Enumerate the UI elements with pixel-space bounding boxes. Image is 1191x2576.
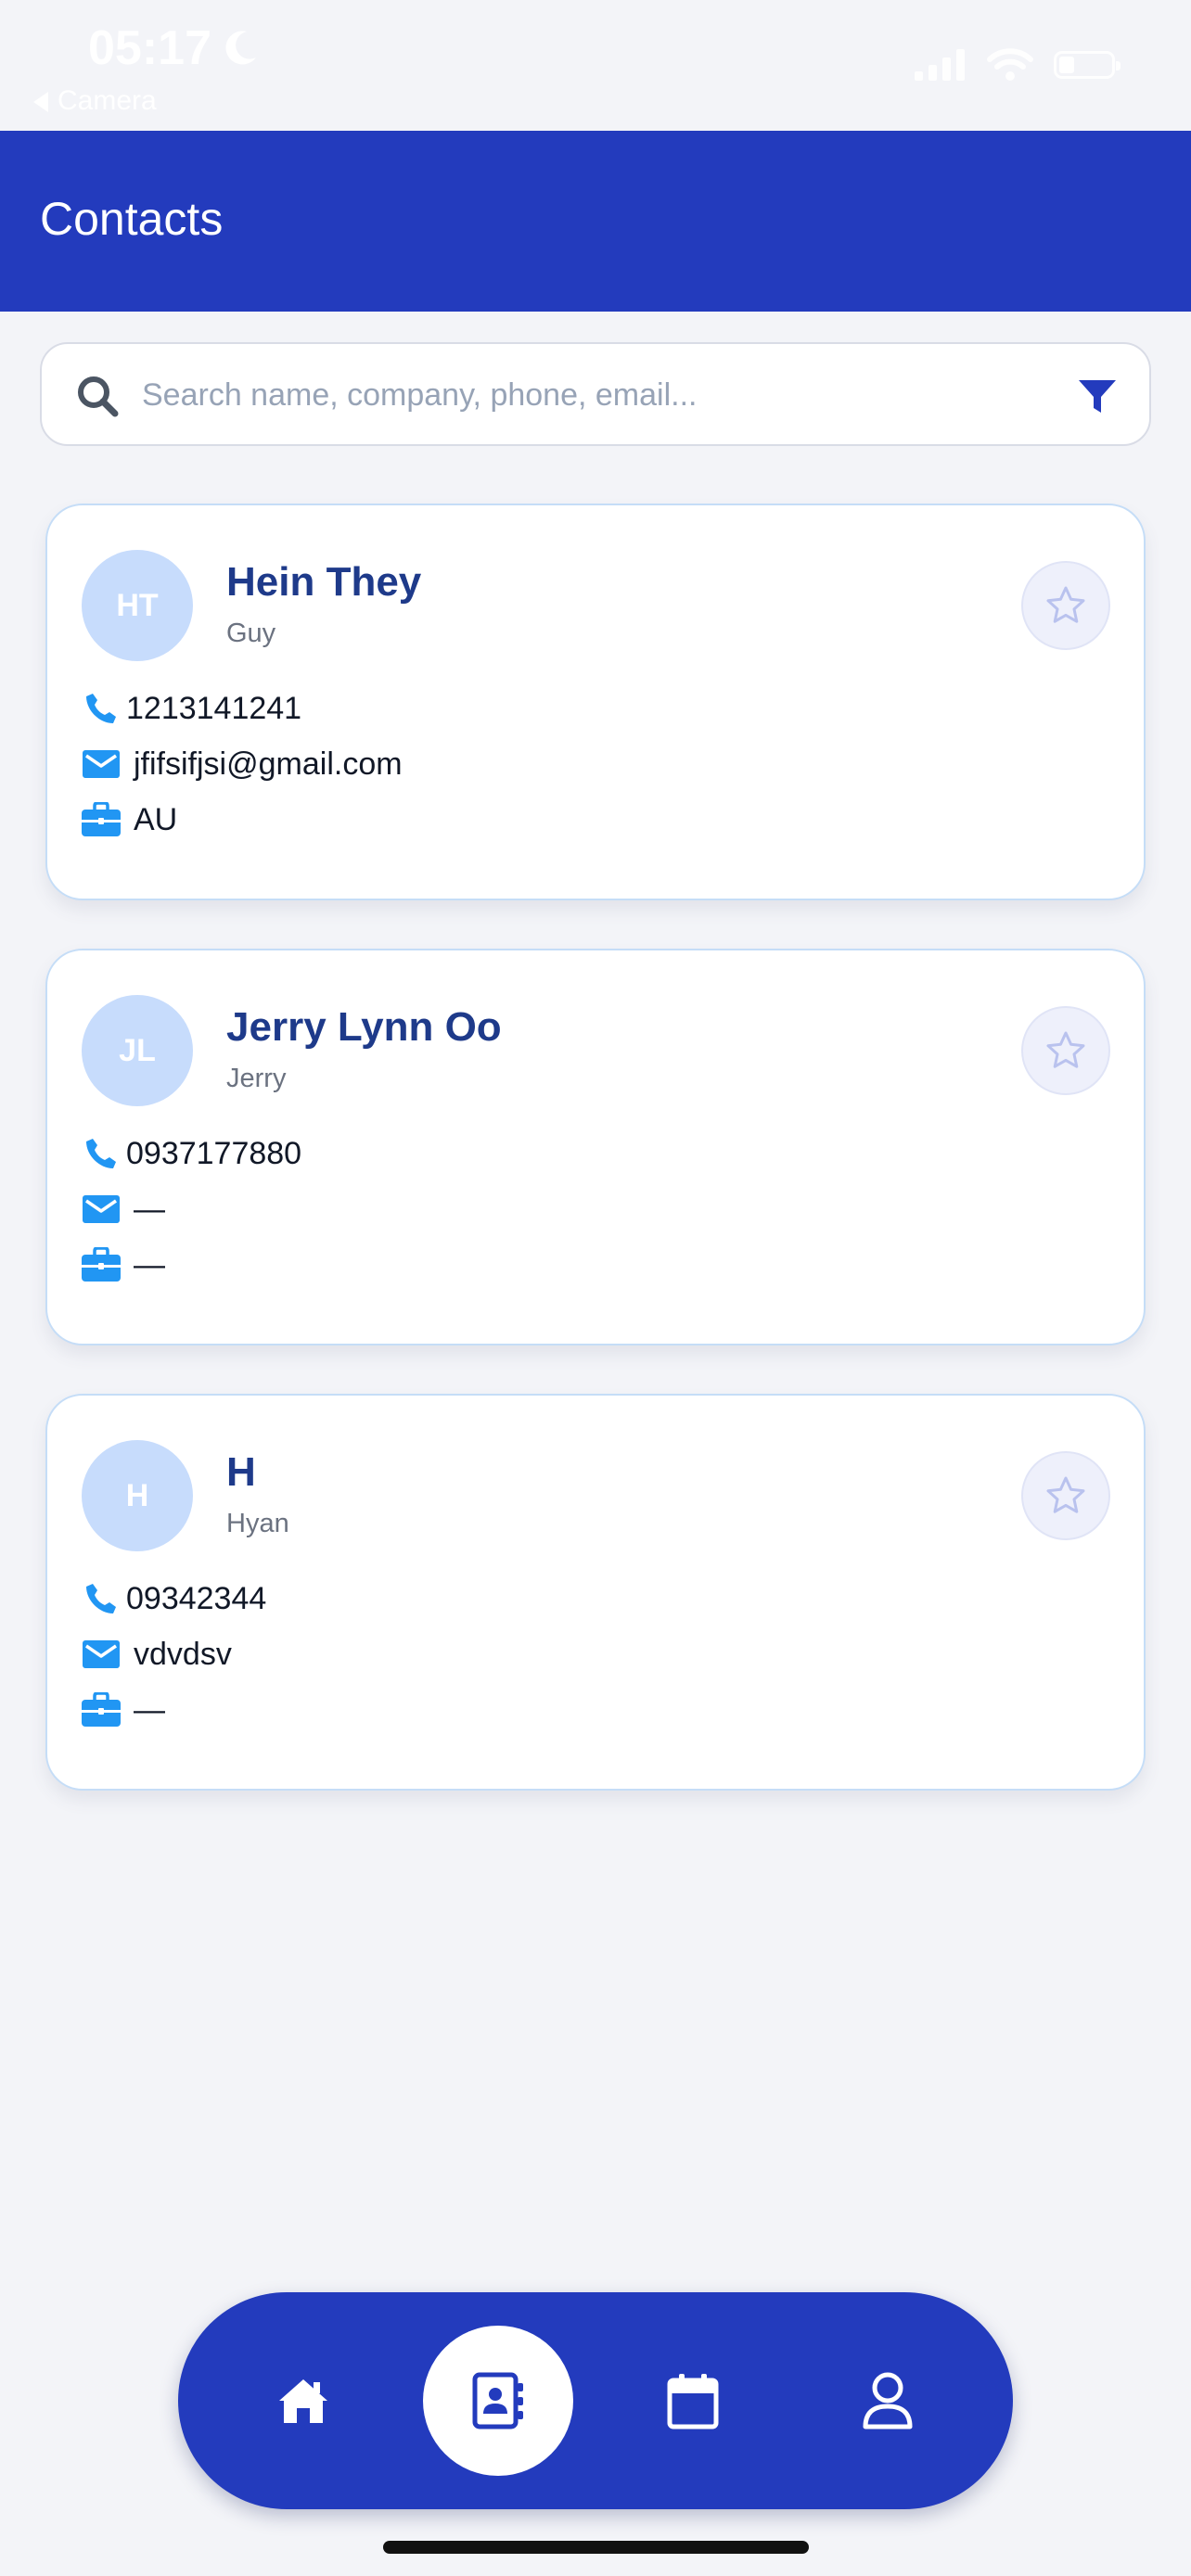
status-bar: 05:17 Camera bbox=[0, 0, 1191, 131]
bottom-nav bbox=[178, 2292, 1013, 2509]
signal-icon bbox=[915, 49, 965, 81]
user-icon bbox=[863, 2372, 913, 2429]
email-row[interactable]: vdvdsv bbox=[80, 1631, 232, 1677]
phone-number: 0937177880 bbox=[126, 1135, 302, 1171]
mail-icon bbox=[83, 750, 120, 778]
email-address: — bbox=[134, 1191, 165, 1227]
contact-subtitle: Jerry bbox=[226, 1064, 287, 1093]
phone-icon bbox=[86, 1139, 116, 1168]
email-address: jfifsifjsi@gmail.com bbox=[134, 746, 403, 782]
back-to-app-link[interactable]: Camera bbox=[33, 85, 157, 117]
company-row: AU bbox=[80, 797, 177, 843]
company-name: AU bbox=[134, 801, 178, 837]
star-icon bbox=[1046, 586, 1085, 623]
contact-book-icon bbox=[472, 2372, 523, 2429]
contact-subtitle: Hyan bbox=[226, 1509, 289, 1538]
email-row[interactable]: jfifsifjsi@gmail.com bbox=[80, 741, 403, 787]
mail-icon bbox=[83, 1195, 120, 1223]
company-row: — bbox=[80, 1687, 165, 1733]
email-address: vdvdsv bbox=[134, 1636, 232, 1672]
nav-profile[interactable] bbox=[813, 2292, 962, 2509]
filter-icon[interactable] bbox=[1077, 377, 1118, 416]
email-row[interactable]: — bbox=[80, 1186, 165, 1232]
avatar: JL bbox=[82, 995, 193, 1106]
back-app-label: Camera bbox=[58, 85, 157, 116]
phone-number: 09342344 bbox=[126, 1580, 267, 1616]
home-indicator bbox=[383, 2541, 809, 2554]
phone-icon bbox=[86, 1584, 116, 1613]
nav-calendar[interactable] bbox=[619, 2292, 767, 2509]
star-icon bbox=[1046, 1476, 1085, 1513]
phone-number: 1213141241 bbox=[126, 690, 302, 726]
avatar: HT bbox=[82, 550, 193, 661]
phone-row[interactable]: 0937177880 bbox=[80, 1130, 301, 1177]
favorite-button[interactable] bbox=[1021, 561, 1110, 650]
search-input[interactable] bbox=[140, 364, 1071, 426]
app-header: Contacts bbox=[0, 131, 1191, 312]
search-icon bbox=[78, 376, 119, 417]
contact-card[interactable]: H H Hyan 09342344 vdvdsv — bbox=[45, 1394, 1146, 1791]
company-name: — bbox=[134, 1691, 165, 1728]
star-icon bbox=[1046, 1031, 1085, 1068]
phone-row[interactable]: 1213141241 bbox=[80, 685, 301, 732]
mail-icon bbox=[83, 1640, 120, 1668]
search-bar bbox=[40, 342, 1151, 446]
briefcase-icon bbox=[82, 1692, 121, 1727]
contact-name: Hein They bbox=[226, 559, 422, 605]
company-name: — bbox=[134, 1246, 165, 1282]
avatar: H bbox=[82, 1440, 193, 1551]
nav-contacts[interactable] bbox=[423, 2326, 573, 2476]
contact-card[interactable]: JL Jerry Lynn Oo Jerry 0937177880 — — bbox=[45, 949, 1146, 1345]
favorite-button[interactable] bbox=[1021, 1006, 1110, 1095]
briefcase-icon bbox=[82, 1247, 121, 1282]
status-time: 05:17 bbox=[88, 21, 211, 75]
contact-name: Jerry Lynn Oo bbox=[226, 1004, 502, 1050]
page-title: Contacts bbox=[40, 193, 224, 245]
contact-card[interactable]: HT Hein They Guy 1213141241 jfifsifjsi@g… bbox=[45, 504, 1146, 900]
moon-icon bbox=[225, 31, 256, 65]
phone-row[interactable]: 09342344 bbox=[80, 1575, 266, 1622]
company-row: — bbox=[80, 1242, 165, 1288]
status-icons bbox=[915, 48, 1121, 82]
wifi-icon bbox=[987, 48, 1033, 81]
contact-subtitle: Guy bbox=[226, 618, 276, 648]
calendar-icon bbox=[667, 2374, 719, 2429]
briefcase-icon bbox=[82, 802, 121, 836]
favorite-button[interactable] bbox=[1021, 1451, 1110, 1540]
battery-icon bbox=[1054, 51, 1121, 79]
back-arrow-icon bbox=[33, 92, 48, 113]
nav-home[interactable] bbox=[229, 2292, 378, 2509]
phone-icon bbox=[86, 694, 116, 723]
contact-name: H bbox=[226, 1449, 256, 1495]
home-icon bbox=[279, 2379, 327, 2423]
